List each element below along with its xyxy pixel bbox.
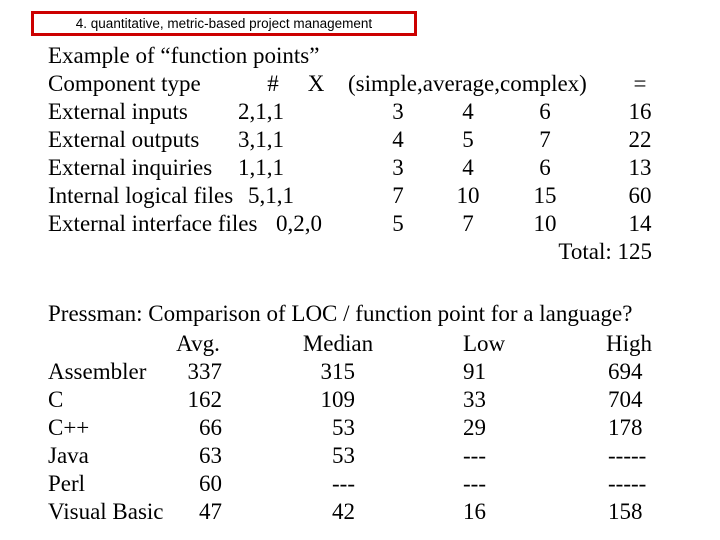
row-language: Java [48,443,89,468]
row-language: Assembler [48,359,147,384]
row-high: 158 [608,499,643,524]
row-simple: 3 [392,155,404,180]
language-comparison-table: Avg. Median Low High Assembler 337 315 9… [48,330,708,526]
row-complex: 15 [533,183,557,208]
row-average: 10 [456,183,480,208]
row-median: 109 [320,387,356,412]
table-row: Java 63 53 --- ----- [48,442,708,470]
table-row: External inquiries 1,1,1 3 4 6 13 [48,154,708,182]
row-count: 1,1,1 [238,155,284,180]
row-complex: 10 [533,211,557,236]
row-count: 2,1,1 [238,99,284,124]
row-low: --- [463,471,486,496]
row-complex: 6 [539,99,551,124]
header-high: High [606,331,652,356]
row-average: 5 [462,127,474,152]
table-row: External interface files 0,2,0 5 7 10 14 [48,210,708,238]
header-equals: = [633,71,647,96]
row-avg: 47 [199,499,222,524]
header-weights: (simple,average,complex) [348,71,587,96]
row-simple: 4 [392,127,404,152]
row-high: ----- [608,471,647,496]
row-low: 29 [463,415,486,440]
row-label: External inputs [48,99,188,124]
row-complex: 7 [539,127,551,152]
slide-title: 4. quantitative, metric-based project ma… [75,16,373,31]
row-count: 3,1,1 [238,127,284,152]
row-label: External interface files [48,211,258,236]
row-median: 53 [332,443,355,468]
row-simple: 7 [392,183,404,208]
table-row: Internal logical files 5,1,1 7 10 15 60 [48,182,708,210]
row-high: 704 [608,387,643,412]
row-low: 33 [463,387,486,412]
row-median: 315 [320,359,356,384]
row-average: 4 [462,155,474,180]
row-high: 694 [608,359,643,384]
row-median: --- [332,471,355,496]
row-result: 22 [628,127,652,152]
row-label: External outputs [48,127,200,152]
row-median: 42 [332,499,355,524]
row-label: Internal logical files [48,183,234,208]
table-header-row: Avg. Median Low High [48,330,708,358]
table-row: Perl 60 --- --- ----- [48,470,708,498]
row-simple: 5 [392,211,404,236]
header-median: Median [302,331,374,356]
row-low: 16 [463,499,486,524]
row-language: C [48,387,64,412]
row-simple: 3 [392,99,404,124]
function-point-total: Total: 125 [558,239,652,264]
table-row: External inputs 2,1,1 3 4 6 16 [48,98,708,126]
row-low: --- [463,443,486,468]
row-avg: 66 [199,415,222,440]
header-low: Low [463,331,506,356]
row-average: 4 [462,99,474,124]
row-language: Perl [48,471,86,496]
row-language: C++ [48,415,90,440]
table-row: External outputs 3,1,1 4 5 7 22 [48,126,708,154]
row-result: 14 [628,211,652,236]
row-result: 60 [628,183,652,208]
row-complex: 6 [539,155,551,180]
slide-title-box: 4. quantitative, metric-based project ma… [31,11,417,36]
row-average: 7 [462,211,474,236]
row-result: 16 [628,99,652,124]
table-row: C 162 109 33 704 [48,386,708,414]
row-high: 178 [608,415,643,440]
row-median: 53 [332,415,355,440]
row-count: 0,2,0 [276,211,322,236]
row-low: 91 [463,359,486,384]
table-row: C++ 66 53 29 178 [48,414,708,442]
row-avg: 60 [199,471,222,496]
row-avg: 162 [187,387,223,412]
table-header-row: Component type # X (simple,average,compl… [48,70,708,98]
header-component-type: Component type [48,71,201,96]
header-multiply: X [307,71,325,96]
row-label: External inquiries [48,155,213,180]
language-table-heading: Pressman: Comparison of LOC / function p… [48,301,633,326]
table-row: Visual Basic 47 42 16 158 [48,498,708,526]
row-result: 13 [628,155,652,180]
function-point-table: Component type # X (simple,average,compl… [48,42,708,236]
header-avg: Avg. [176,331,220,356]
row-avg: 63 [199,443,222,468]
row-avg: 337 [187,359,223,384]
row-count: 5,1,1 [248,183,294,208]
row-high: ----- [608,443,647,468]
table-row: Assembler 337 315 91 694 [48,358,708,386]
